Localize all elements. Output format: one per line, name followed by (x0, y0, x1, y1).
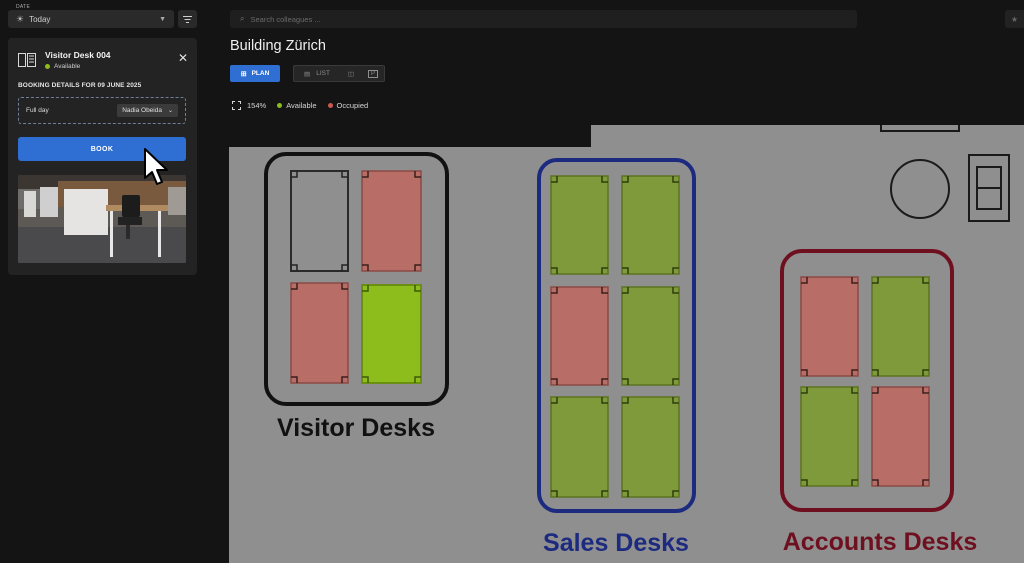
date-label: DATE (14, 4, 33, 10)
zoom-level[interactable]: 154% (232, 101, 266, 110)
desk-sales-1[interactable] (550, 175, 609, 275)
tab-plan[interactable]: ⊞ PLAN (230, 65, 280, 82)
desk-status: Available (45, 63, 80, 70)
zone-label-sales-desks: Sales Desks (543, 529, 689, 557)
desk-sales-3[interactable] (550, 286, 609, 386)
legend-occupied-label: Occupied (336, 101, 369, 110)
floor-plan[interactable]: Visitor Desks Sales Desks Accounts Desks (229, 125, 1024, 563)
page-title: Building Zürich (230, 38, 326, 54)
close-icon[interactable]: ✕ (178, 52, 188, 64)
favorites-button[interactable]: ★ (1005, 10, 1024, 28)
zoom-value: 154% (247, 101, 267, 110)
parking-icon: P (367, 69, 378, 78)
panel-header: Visitor Desk 004 Available ✕ (18, 50, 188, 80)
plan-legend: 154% Available Occupied (232, 101, 379, 110)
desk-status-text: Available (54, 63, 81, 70)
desk-sales-4[interactable] (621, 286, 680, 386)
split-view-icon: ◫ (347, 70, 355, 78)
mouse-cursor-icon (144, 148, 168, 185)
available-dot-icon (277, 103, 283, 108)
desk-accounts-1[interactable] (800, 276, 859, 377)
booking-heading: BOOKING DETAILS FOR 09 JUNE 2025 (18, 82, 142, 89)
chevron-down-icon: ⌄ (167, 108, 173, 114)
sun-icon: ☀ (16, 13, 25, 24)
list-icon: ▤ (304, 70, 311, 78)
filter-icon (183, 15, 192, 23)
search-placeholder: Search colleagues ... (250, 14, 321, 24)
status-dot-icon (45, 64, 50, 69)
filter-button[interactable] (178, 10, 197, 28)
person-select[interactable]: Nadia Obeida ⌄ (117, 104, 178, 117)
search-icon: ⌕ (240, 14, 245, 23)
desk-sales-6[interactable] (621, 396, 680, 498)
desk-photo (18, 175, 186, 263)
fullscreen-icon (232, 101, 241, 110)
desk-accounts-2[interactable] (871, 276, 930, 377)
desk-visitor-4-selected[interactable] (361, 284, 422, 384)
tab-list-label: LIST (316, 70, 330, 77)
desk-sales-2[interactable] (621, 175, 680, 275)
desk-sales-5[interactable] (550, 396, 609, 498)
desk-visitor-2[interactable] (361, 170, 422, 272)
tab-plan-label: PLAN (251, 70, 270, 77)
legend-occupied: Occupied (327, 101, 369, 110)
desk-accounts-4[interactable] (871, 386, 930, 487)
desk-accounts-3[interactable] (800, 386, 859, 487)
desk-visitor-3[interactable] (290, 282, 349, 384)
view-toggle-group: ▤ LIST ◫ P (293, 65, 385, 82)
tab-split-view[interactable]: ◫ (340, 66, 362, 81)
booking-details-box: Full day Nadia Obeida ⌄ (18, 97, 186, 124)
desk-icon (18, 53, 36, 67)
search-input[interactable]: ⌕ Search colleagues ... (230, 10, 857, 28)
legend-available-label: Available (286, 101, 317, 110)
zone-label-accounts-desks: Accounts Desks (783, 528, 978, 556)
star-icon: ★ (1010, 14, 1019, 24)
occupied-dot-icon (327, 103, 333, 108)
date-select[interactable]: DATE ☀ Today ▼ (8, 4, 174, 28)
duration-select[interactable]: Full day (26, 107, 49, 114)
desk-name: Visitor Desk 004 (45, 50, 111, 60)
date-value: Today (29, 14, 51, 24)
zone-label-visitor-desks: Visitor Desks (277, 414, 435, 442)
tab-parking[interactable]: P (362, 66, 384, 81)
chevron-down-icon: ▼ (159, 15, 166, 23)
tab-list[interactable]: ▤ LIST (294, 66, 340, 81)
person-name: Nadia Obeida (122, 107, 162, 114)
legend-available: Available (277, 101, 317, 110)
floorplan-icon: ⊞ (240, 70, 247, 78)
